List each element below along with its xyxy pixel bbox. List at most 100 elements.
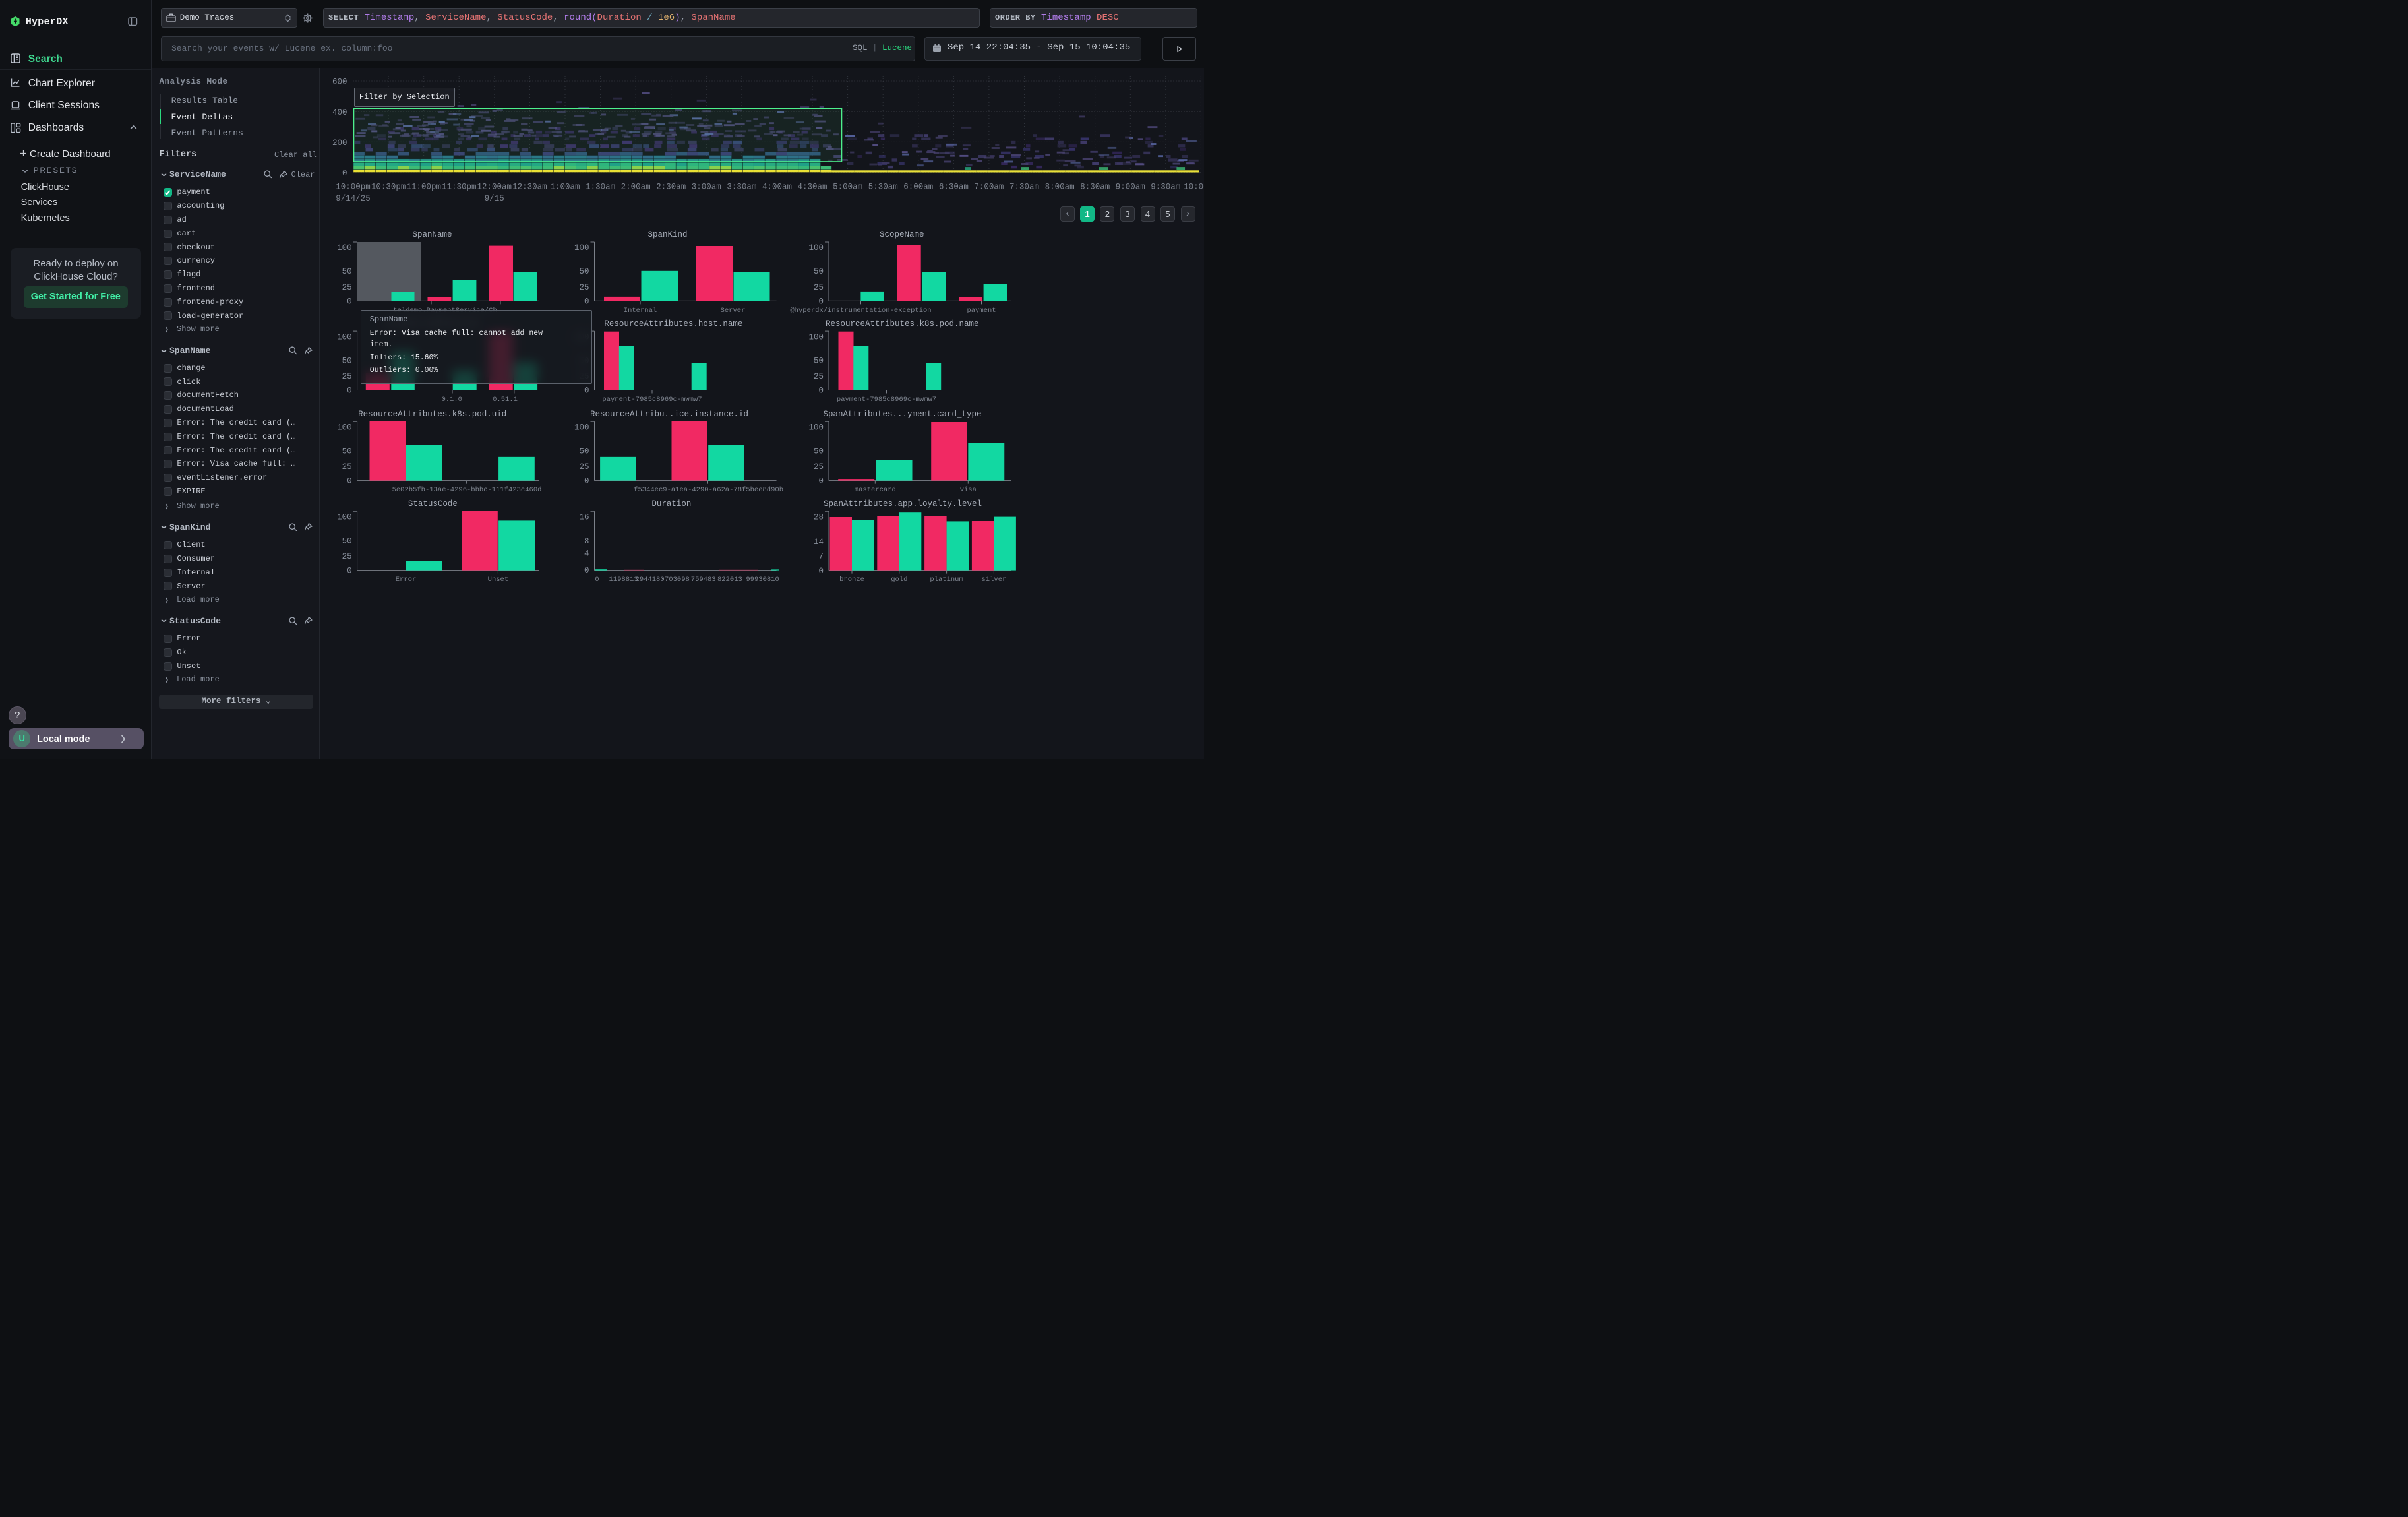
svg-text:2:30am: 2:30am bbox=[656, 183, 686, 192]
svg-text:0: 0 bbox=[818, 297, 824, 306]
svg-text:9/15: 9/15 bbox=[485, 194, 504, 203]
svg-text:10:00am: 10:00am bbox=[1184, 183, 1204, 192]
svg-text:0: 0 bbox=[818, 477, 824, 486]
svg-text:ResourceAttributes.k8s.pod.uid: ResourceAttributes.k8s.pod.uid bbox=[358, 410, 506, 419]
svg-text:0.1.0: 0.1.0 bbox=[441, 396, 462, 404]
svg-text:100: 100 bbox=[574, 243, 589, 253]
svg-text:25: 25 bbox=[342, 283, 352, 292]
svg-text:9/14/25: 9/14/25 bbox=[336, 194, 371, 203]
svg-text:12:30am: 12:30am bbox=[512, 183, 547, 192]
svg-text:100: 100 bbox=[337, 423, 352, 432]
svg-text:payment-7985c8969c-mwmw7: payment-7985c8969c-mwmw7 bbox=[837, 396, 936, 404]
svg-text:7: 7 bbox=[818, 552, 824, 561]
svg-text:99930810: 99930810 bbox=[746, 576, 779, 584]
svg-text:25: 25 bbox=[579, 283, 589, 292]
svg-text:50: 50 bbox=[579, 267, 589, 276]
svg-text:25: 25 bbox=[814, 462, 824, 472]
svg-text:ScopeName: ScopeName bbox=[880, 230, 924, 239]
svg-text:gold: gold bbox=[891, 576, 907, 584]
svg-text:platinum: platinum bbox=[930, 576, 963, 584]
svg-text:0: 0 bbox=[584, 297, 589, 306]
svg-text:9:30am: 9:30am bbox=[1151, 183, 1180, 192]
svg-text:0: 0 bbox=[595, 576, 599, 584]
svg-text:100: 100 bbox=[574, 423, 589, 432]
svg-text:0: 0 bbox=[347, 387, 352, 396]
svg-text:0: 0 bbox=[347, 477, 352, 486]
svg-text:25: 25 bbox=[342, 552, 352, 561]
svg-text:11:00pm: 11:00pm bbox=[406, 183, 441, 192]
svg-text:50: 50 bbox=[342, 356, 352, 365]
svg-text:25: 25 bbox=[342, 372, 352, 381]
svg-text:10:30pm: 10:30pm bbox=[371, 183, 406, 192]
svg-text:100: 100 bbox=[808, 243, 824, 253]
svg-text:100: 100 bbox=[337, 332, 352, 342]
svg-text:0.51.1: 0.51.1 bbox=[493, 396, 518, 404]
svg-text:0: 0 bbox=[347, 567, 352, 576]
svg-text:Server: Server bbox=[721, 307, 746, 315]
svg-text:visa: visa bbox=[960, 486, 977, 494]
svg-text:0: 0 bbox=[818, 387, 824, 396]
svg-text:8: 8 bbox=[584, 537, 589, 546]
svg-text:12:00am: 12:00am bbox=[477, 183, 512, 192]
svg-text:@hyperdx/instrumentation-excep: @hyperdx/instrumentation-exception bbox=[790, 307, 931, 315]
svg-text:3:30am: 3:30am bbox=[727, 183, 756, 192]
svg-text:0: 0 bbox=[584, 387, 589, 396]
svg-text:100: 100 bbox=[337, 243, 352, 253]
svg-text:3:00am: 3:00am bbox=[692, 183, 721, 192]
svg-text:600: 600 bbox=[332, 78, 347, 87]
svg-text:10:00pm: 10:00pm bbox=[336, 183, 371, 192]
svg-text:Error: Error bbox=[396, 576, 417, 584]
svg-text:0: 0 bbox=[584, 566, 589, 575]
svg-text:50: 50 bbox=[342, 267, 352, 276]
svg-text:silver: silver bbox=[981, 576, 1006, 584]
svg-text:ResourceAttributes.host.name: ResourceAttributes.host.name bbox=[604, 319, 742, 328]
svg-text:14: 14 bbox=[814, 538, 824, 547]
svg-text:11:30pm: 11:30pm bbox=[442, 183, 477, 192]
svg-text:8:30am: 8:30am bbox=[1080, 183, 1110, 192]
svg-text:200: 200 bbox=[332, 139, 347, 148]
svg-text:50: 50 bbox=[342, 536, 352, 545]
svg-text:1:30am: 1:30am bbox=[586, 183, 615, 192]
svg-text:50: 50 bbox=[342, 447, 352, 456]
svg-text:25: 25 bbox=[814, 372, 824, 381]
svg-text:0: 0 bbox=[342, 169, 347, 178]
svg-text:16: 16 bbox=[579, 512, 589, 522]
svg-text:100: 100 bbox=[337, 512, 352, 522]
svg-text:SpanName: SpanName bbox=[412, 230, 452, 239]
svg-text:1:00am: 1:00am bbox=[550, 183, 580, 192]
svg-text:400: 400 bbox=[332, 108, 347, 117]
svg-text:759483: 759483 bbox=[691, 576, 716, 584]
svg-text:50: 50 bbox=[814, 356, 824, 365]
svg-text:6:00am: 6:00am bbox=[903, 183, 933, 192]
svg-text:payment-7985c8969c-mwmw7: payment-7985c8969c-mwmw7 bbox=[602, 396, 702, 404]
svg-text:6:30am: 6:30am bbox=[939, 183, 969, 192]
svg-text:28: 28 bbox=[814, 513, 824, 522]
svg-text:1198813: 1198813 bbox=[609, 576, 638, 584]
svg-text:2:00am: 2:00am bbox=[621, 183, 651, 192]
svg-text:ResourceAttributes.k8s.pod.nam: ResourceAttributes.k8s.pod.name bbox=[826, 319, 979, 328]
svg-text:5:00am: 5:00am bbox=[833, 183, 862, 192]
svg-text:bronze: bronze bbox=[839, 576, 864, 584]
svg-text:0: 0 bbox=[818, 567, 824, 576]
svg-text:ResourceAttribu..ice.instance.: ResourceAttribu..ice.instance.id bbox=[590, 410, 748, 419]
svg-text:SpanAttributes...yment.card_ty: SpanAttributes...yment.card_type bbox=[823, 410, 981, 419]
svg-text:SpanKind: SpanKind bbox=[647, 230, 687, 239]
svg-text:5:30am: 5:30am bbox=[868, 183, 898, 192]
svg-text:25: 25 bbox=[814, 283, 824, 292]
svg-text:f5344ec9-a1ea-4290-a62a-78f5be: f5344ec9-a1ea-4290-a62a-78f5bee8d90b bbox=[634, 486, 783, 494]
svg-text:SpanAttributes.app.loyalty.lev: SpanAttributes.app.loyalty.level bbox=[824, 499, 982, 509]
svg-text:25: 25 bbox=[342, 462, 352, 472]
svg-text:Duration: Duration bbox=[651, 499, 691, 509]
svg-text:Internal: Internal bbox=[624, 307, 657, 315]
svg-text:8:00am: 8:00am bbox=[1045, 183, 1075, 192]
svg-text:822013: 822013 bbox=[717, 576, 742, 584]
svg-text:2944180: 2944180 bbox=[636, 576, 665, 584]
svg-text:4:00am: 4:00am bbox=[762, 183, 792, 192]
svg-text:payment: payment bbox=[967, 307, 996, 315]
svg-text:100: 100 bbox=[808, 332, 824, 342]
svg-text:0: 0 bbox=[347, 297, 352, 306]
svg-text:7:30am: 7:30am bbox=[1009, 183, 1039, 192]
svg-text:50: 50 bbox=[579, 447, 589, 456]
svg-text:9:00am: 9:00am bbox=[1116, 183, 1145, 192]
svg-text:50: 50 bbox=[814, 267, 824, 276]
